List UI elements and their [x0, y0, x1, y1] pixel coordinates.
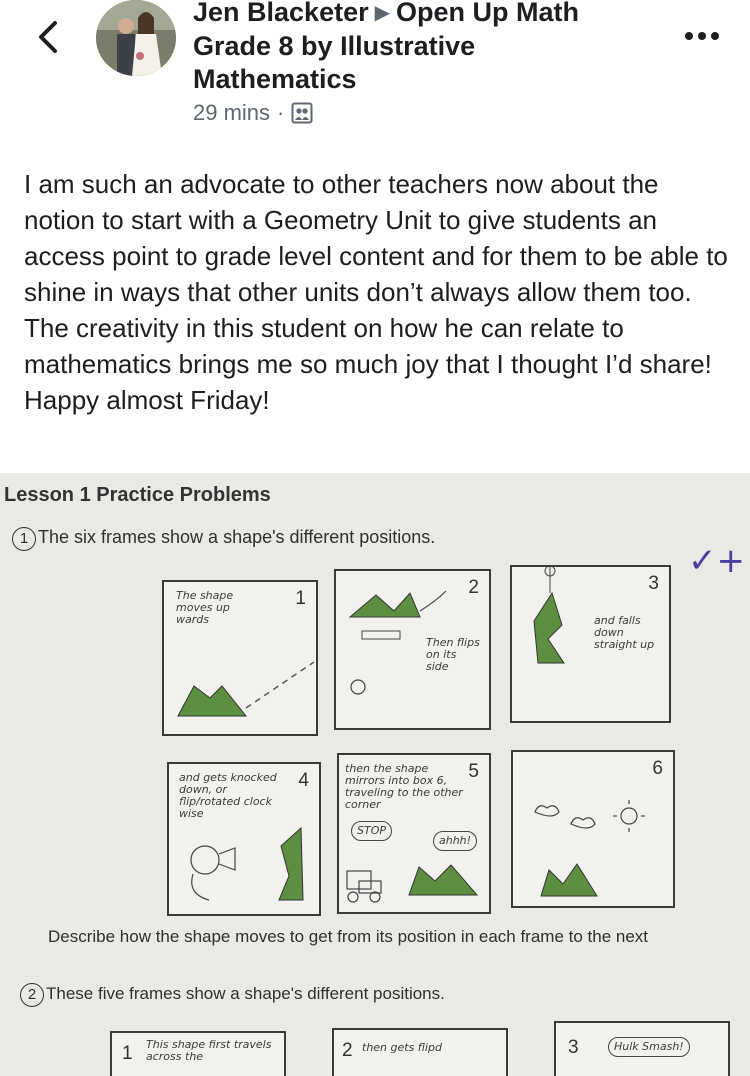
q2-frame-1-note: This shape first travels across the — [146, 1038, 272, 1063]
question-2-number: 2 — [20, 983, 44, 1007]
q2-frame-2: 2 then gets flipd — [332, 1028, 508, 1076]
frame-6: 6 — [511, 750, 675, 908]
frame-3-shape — [533, 567, 565, 664]
timestamp[interactable]: 29 mins — [193, 100, 270, 126]
frame-5-shape — [346, 864, 479, 903]
group-icon — [291, 102, 313, 124]
question-1-text: The six frames show a shape's different … — [38, 527, 436, 547]
meta-separator: · — [277, 100, 285, 125]
grade-check-mark: ✓+ — [688, 541, 745, 581]
question-2-text: These five frames show a shape's differe… — [46, 984, 445, 1003]
frame-1: 1 The shape moves up wards — [162, 580, 318, 736]
question-1: 1 The six frames show a shape's different… — [12, 527, 435, 551]
question-1-number: 1 — [12, 527, 36, 551]
frame-1-shape — [177, 661, 315, 717]
q2-frame-2-note: then gets flipd — [362, 1041, 442, 1054]
post-photo[interactable]: Lesson 1 Practice Problems 1 The six fram… — [0, 473, 750, 1076]
q2-frame-1: 1 This shape first travels across the — [110, 1031, 286, 1076]
group-name-line3[interactable]: Mathematics — [193, 63, 663, 96]
q2-frame-2-number: 2 — [342, 1040, 353, 1061]
frame-2: 2 Then flips on its side — [334, 569, 491, 730]
frame-5: 5 then the shape mirrors into box 6, tra… — [337, 753, 491, 914]
q2-frame-3-number: 3 — [568, 1037, 579, 1058]
frame-3: 3 and falls down straight up — [510, 565, 671, 723]
post-body: I am such an advocate to other teachers … — [24, 169, 728, 415]
avatar[interactable] — [96, 0, 176, 76]
post-header: Jen Blacketer ▶ Open Up Math Grade 8 by Il… — [0, 0, 750, 140]
group-name-line1[interactable]: Open Up Math — [396, 0, 579, 27]
frame-6-shape — [534, 800, 645, 897]
frame-4: 4 and gets knocked down, or flip/rotated… — [167, 762, 321, 916]
post-meta: 29 mins · — [193, 100, 313, 126]
group-name-line2[interactable]: Grade 8 by Illustrative — [193, 30, 663, 63]
q2-frame-3-bubble: Hulk Smash! — [608, 1037, 690, 1057]
frame-4-shape — [190, 826, 304, 901]
describe-prompt: Describe how the shape moves to get from… — [48, 927, 649, 946]
play-arrow-icon: ▶ — [374, 2, 390, 24]
question-2: 2 These five frames show a shape's differ… — [20, 983, 445, 1007]
q2-frame-3: 3 Hulk Smash! — [554, 1021, 730, 1076]
back-button[interactable] — [28, 14, 68, 60]
more-options-button[interactable] — [682, 24, 722, 48]
post-title: Jen Blacketer ▶ Open Up Math Grade 8 by Il… — [193, 0, 663, 96]
q2-frame-1-number: 1 — [122, 1043, 133, 1064]
worksheet-title: Lesson 1 Practice Problems — [4, 484, 271, 506]
author-name[interactable]: Jen Blacketer — [193, 0, 369, 27]
chevron-left-icon — [39, 21, 57, 53]
more-dots-icon — [685, 32, 719, 40]
frame-2-shape — [348, 590, 447, 695]
